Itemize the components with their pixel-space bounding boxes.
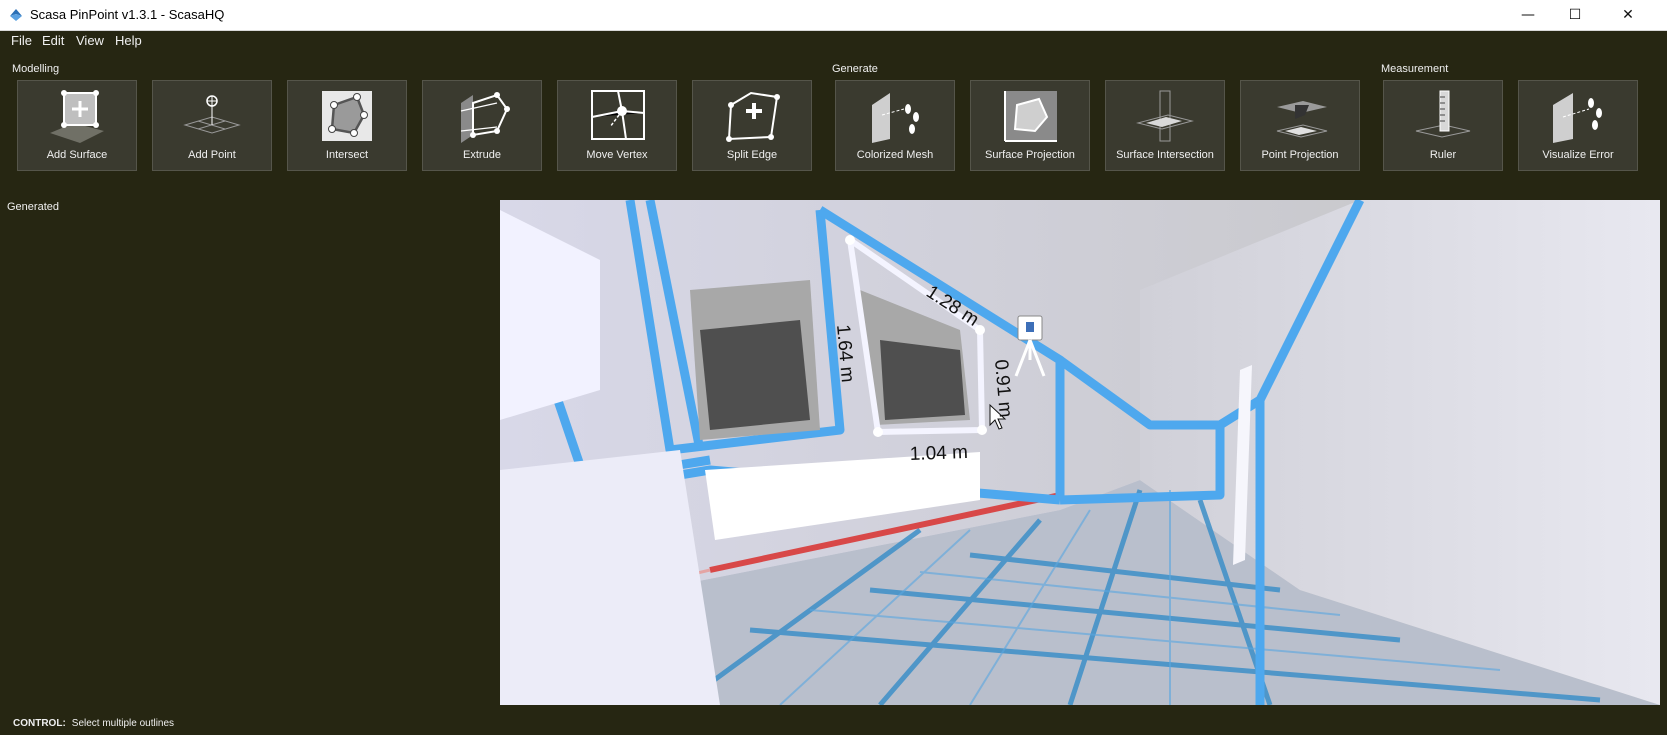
- colorized-mesh-button[interactable]: Colorized Mesh: [835, 80, 955, 171]
- minimize-button[interactable]: —: [1505, 0, 1551, 30]
- move-vertex-icon: [591, 90, 645, 140]
- extrude-button[interactable]: Extrude: [422, 80, 542, 171]
- intersect-icon: [322, 91, 372, 141]
- add-surface-label: Add Surface: [46, 149, 108, 161]
- add-point-label: Add Point: [188, 149, 236, 161]
- menu-edit[interactable]: Edit: [42, 33, 64, 48]
- group-label-generate: Generate: [832, 63, 878, 75]
- extrude-label: Extrude: [463, 149, 501, 161]
- split-edge-button[interactable]: Split Edge: [692, 80, 812, 171]
- menu-bar: File Edit View Help: [0, 31, 1667, 53]
- close-button[interactable]: ✕: [1605, 0, 1651, 30]
- add-point-button[interactable]: Add Point: [152, 80, 272, 171]
- ruler-button[interactable]: Ruler: [1383, 80, 1503, 171]
- colorized-mesh-icon: [872, 93, 919, 143]
- viewport-scene: 1.28 m 1.64 m 0.91 m 1.04 m: [500, 200, 1660, 705]
- surface-projection-button[interactable]: Surface Projection: [970, 80, 1090, 171]
- maximize-button[interactable]: ☐: [1552, 0, 1598, 30]
- ruler-icon: [1415, 90, 1471, 138]
- surface-intersection-icon: [1136, 90, 1194, 142]
- split-edge-icon: [726, 91, 780, 142]
- window-title: Scasa PinPoint v1.3.1 - ScasaHQ: [30, 7, 225, 22]
- viewport-3d[interactable]: 1.28 m 1.64 m 0.91 m 1.04 m: [500, 200, 1660, 705]
- menu-view[interactable]: View: [76, 33, 104, 48]
- menu-help[interactable]: Help: [115, 33, 142, 48]
- split-edge-label: Split Edge: [726, 149, 778, 161]
- colorized-mesh-label: Colorized Mesh: [856, 149, 934, 161]
- title-bar: Scasa PinPoint v1.3.1 - ScasaHQ — ☐ ✕: [0, 0, 1667, 31]
- status-text: Select multiple outlines: [71, 718, 175, 729]
- extrude-icon: [460, 92, 510, 143]
- visualize-error-label: Visualize Error: [1542, 149, 1614, 161]
- surface-projection-icon: [1004, 91, 1057, 142]
- add-surface-button[interactable]: Add Surface: [17, 80, 137, 171]
- point-projection-button[interactable]: Point Projection: [1240, 80, 1360, 171]
- surface-intersection-button[interactable]: Surface Intersection: [1105, 80, 1225, 171]
- visualize-error-icon: [1553, 93, 1602, 143]
- group-label-measurement: Measurement: [1381, 63, 1449, 75]
- surface-projection-label: Surface Projection: [985, 149, 1075, 161]
- intersect-label: Intersect: [325, 149, 369, 161]
- status-bar: CONTROL: Select multiple outlines: [13, 718, 174, 729]
- ruler-label: Ruler: [1429, 149, 1457, 161]
- add-point-icon: [183, 95, 241, 134]
- menu-file[interactable]: File: [11, 33, 32, 48]
- point-projection-icon: [1276, 101, 1328, 138]
- move-vertex-label: Move Vertex: [586, 149, 648, 161]
- measurement-label-bottom: 1.04 m: [909, 442, 968, 465]
- point-projection-label: Point Projection: [1261, 149, 1339, 161]
- move-vertex-button[interactable]: Move Vertex: [557, 80, 677, 171]
- group-label-modelling: Modelling: [12, 63, 60, 75]
- add-surface-icon: [50, 90, 104, 143]
- surface-intersection-label: Surface Intersection: [1116, 149, 1214, 161]
- status-key: CONTROL:: [13, 718, 66, 729]
- generated-panel-label: Generated: [7, 201, 59, 213]
- app-icon: [10, 9, 22, 21]
- visualize-error-button[interactable]: Visualize Error: [1518, 80, 1638, 171]
- intersect-button[interactable]: Intersect: [287, 80, 407, 171]
